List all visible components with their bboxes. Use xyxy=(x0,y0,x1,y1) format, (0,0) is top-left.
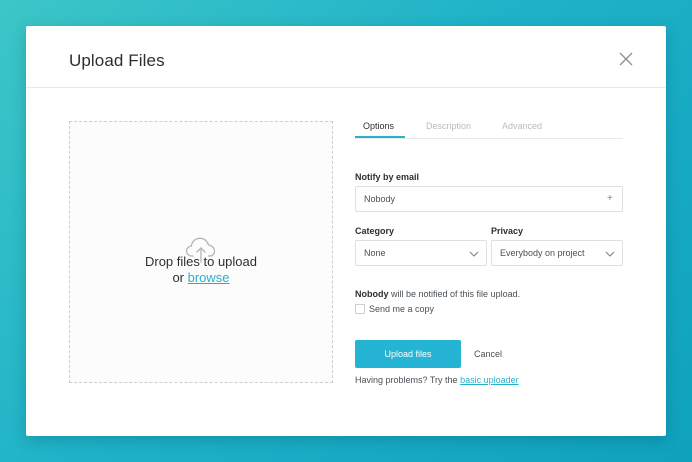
options-tabs: Options Description Advanced xyxy=(355,116,623,139)
chevron-down-icon xyxy=(469,251,479,257)
tab-description[interactable]: Description xyxy=(426,120,471,132)
tab-options[interactable]: Options xyxy=(363,120,394,132)
plus-icon: + xyxy=(607,193,613,204)
notice-text: will be notified of this file upload. xyxy=(391,289,521,299)
category-value: None xyxy=(364,248,386,258)
dropzone-or-text: or xyxy=(172,270,184,285)
upload-files-button[interactable]: Upload files xyxy=(355,340,461,368)
category-label: Category xyxy=(355,226,395,236)
active-tab-indicator xyxy=(355,136,405,138)
upload-files-modal: Upload Files Drop files to upload or bro… xyxy=(26,26,666,436)
help-text: Having problems? Try the basic uploader xyxy=(355,374,519,386)
category-select[interactable]: None xyxy=(355,240,487,266)
basic-uploader-link[interactable]: basic uploader xyxy=(460,375,519,385)
notification-notice: Nobody will be notified of this file upl… xyxy=(355,288,520,300)
chevron-down-icon xyxy=(605,251,615,257)
dropzone-instruction: Drop files to upload xyxy=(144,254,257,269)
close-icon xyxy=(619,52,633,66)
close-button[interactable] xyxy=(618,51,634,67)
notify-by-email-field[interactable]: Nobody + xyxy=(355,186,623,212)
cancel-button[interactable]: Cancel xyxy=(474,348,502,360)
notice-recipient: Nobody xyxy=(355,289,389,299)
help-prefix: Having problems? Try the xyxy=(355,375,458,385)
tab-advanced[interactable]: Advanced xyxy=(502,120,542,132)
notify-by-email-label: Notify by email xyxy=(355,172,420,182)
send-copy-checkbox[interactable] xyxy=(355,304,365,314)
modal-title: Upload Files xyxy=(69,51,165,70)
modal-header: Upload Files xyxy=(26,26,666,88)
privacy-label: Privacy xyxy=(491,226,524,236)
send-copy-label[interactable]: Send me a copy xyxy=(369,303,434,315)
dropzone-browse-line: or browse xyxy=(69,270,333,286)
notify-by-email-value: Nobody xyxy=(364,194,396,204)
browse-link[interactable]: browse xyxy=(188,270,230,285)
privacy-select[interactable]: Everybody on project xyxy=(491,240,623,266)
privacy-value: Everybody on project xyxy=(500,248,585,258)
